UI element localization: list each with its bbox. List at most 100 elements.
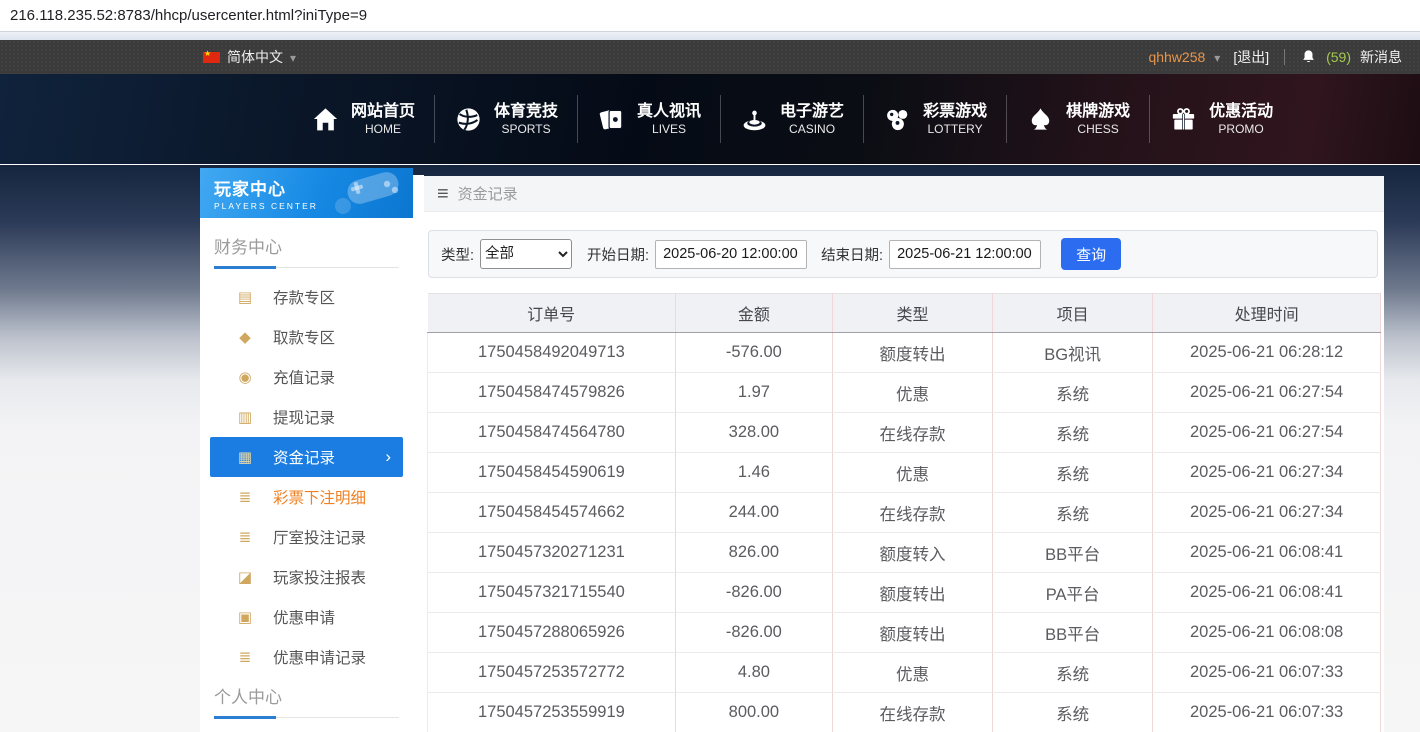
cell-order-id: 1750457321715540 — [428, 573, 676, 613]
table-header-cell: 金额 — [675, 294, 832, 333]
cell-amount: 1.97 — [675, 373, 832, 413]
cell-datetime: 2025-06-21 06:08:41 — [1153, 533, 1381, 573]
sidebar-item[interactable]: ▤ 存款专区 — [200, 277, 413, 317]
sidebar-heading-personal: 个人中心 — [214, 683, 399, 718]
cell-order-id: 1750458474564780 — [428, 413, 676, 453]
cell-datetime: 2025-06-21 06:08:08 — [1153, 613, 1381, 653]
table-row: 1750457288065926 -826.00 额度转出 BB平台 2025-… — [428, 613, 1381, 653]
nav-label-en: LIVES — [652, 122, 686, 137]
cell-amount: 244.00 — [675, 493, 832, 533]
nav-item-lives[interactable]: 真人视讯LIVES — [577, 95, 720, 143]
cell-datetime: 2025-06-21 06:07:33 — [1153, 693, 1381, 732]
table-row: 1750458492049713 -576.00 额度转出 BG视讯 2025-… — [428, 333, 1381, 373]
sidebar-item[interactable]: ◆ 取款专区 — [200, 317, 413, 357]
message-count[interactable]: (59) — [1326, 49, 1351, 65]
browser-divider — [0, 32, 1420, 40]
nav-item-casino[interactable]: 电子游艺CASINO — [720, 95, 863, 143]
new-messages-link[interactable]: 新消息 — [1360, 47, 1402, 67]
cell-datetime: 2025-06-21 06:27:34 — [1153, 453, 1381, 493]
sidebar-item[interactable]: ▥ 提现记录 — [200, 397, 413, 437]
language-selector[interactable]: 简体中文 — [203, 47, 296, 67]
start-date-label: 开始日期: — [587, 244, 649, 265]
cell-project: BG视讯 — [993, 333, 1153, 373]
cell-type: 在线存款 — [833, 693, 993, 732]
sidebar-item-label: 取款专区 — [273, 326, 335, 348]
nav-item-lottery[interactable]: 彩票游戏LOTTERY — [863, 95, 1006, 143]
cell-type: 额度转出 — [833, 613, 993, 653]
cell-amount: 826.00 — [675, 533, 832, 573]
chevron-down-icon — [290, 49, 296, 65]
cell-amount: -576.00 — [675, 333, 832, 373]
cell-datetime: 2025-06-21 06:27:54 — [1153, 373, 1381, 413]
sports-ball-icon — [454, 105, 483, 134]
cell-type: 额度转出 — [833, 573, 993, 613]
cell-amount: 800.00 — [675, 693, 832, 732]
table-header-cell: 处理时间 — [1153, 294, 1381, 333]
type-label: 类型: — [441, 244, 474, 265]
end-date-input[interactable] — [889, 240, 1041, 269]
cell-type: 额度转出 — [833, 333, 993, 373]
sidebar-item[interactable]: ≣ 优惠申请记录 — [200, 637, 413, 677]
roulette-icon — [740, 105, 769, 134]
cell-project: PA平台 — [993, 573, 1153, 613]
sidebar-item-partial[interactable]: ▪ — [200, 728, 413, 732]
sidebar-item[interactable]: ◪ 玩家投注报表 — [200, 557, 413, 597]
panel-gap — [413, 175, 424, 732]
nav-item-sports[interactable]: 体育竞技SPORTS — [434, 95, 577, 143]
main-panel: 资金记录 类型: 全部 开始日期: 结束日期: 查询 — [424, 176, 1384, 732]
start-date-input[interactable] — [655, 240, 807, 269]
url-text[interactable]: 216.118.235.52:8783/hhcp/usercenter.html… — [10, 7, 367, 24]
cell-project: 系统 — [993, 413, 1153, 453]
filter-bar: 类型: 全部 开始日期: 结束日期: 查询 — [428, 230, 1378, 278]
cell-order-id: 1750458474579826 — [428, 373, 676, 413]
nav-item-home[interactable]: 网站首页HOME — [292, 95, 434, 143]
coin-icon: ▪ — [236, 728, 254, 732]
sidebar-item-label: 玩家投注报表 — [273, 566, 366, 588]
player-bet-report-icon: ◪ — [236, 568, 254, 586]
china-flag-icon — [203, 52, 220, 63]
nav-label-en: CASINO — [789, 122, 835, 137]
cell-project: 系统 — [993, 653, 1153, 693]
cell-type: 在线存款 — [833, 413, 993, 453]
browser-address-bar[interactable]: 216.118.235.52:8783/hhcp/usercenter.html… — [0, 0, 1420, 32]
cell-amount: 4.80 — [675, 653, 832, 693]
gamepad-icon — [325, 170, 411, 218]
playing-cards-icon — [597, 105, 626, 134]
withdraw-record-icon: ▥ — [236, 408, 254, 426]
table-header-cell: 项目 — [993, 294, 1153, 333]
table-row: 1750458474579826 1.97 优惠 系统 2025-06-21 0… — [428, 373, 1381, 413]
main-nav: 网站首页HOME 体育竞技SPORTS 真人视讯LIVES 电子游艺CASINO… — [0, 74, 1420, 164]
cell-type: 额度转入 — [833, 533, 993, 573]
sidebar-item[interactable]: ≣ 彩票下注明细 — [200, 477, 413, 517]
cell-order-id: 1750458454590619 — [428, 453, 676, 493]
divider — [1284, 49, 1285, 65]
cell-project: 系统 — [993, 453, 1153, 493]
sidebar-item[interactable]: ▣ 优惠申请 — [200, 597, 413, 637]
search-button[interactable]: 查询 — [1061, 238, 1121, 270]
nav-item-chess[interactable]: 棋牌游戏CHESS — [1006, 95, 1149, 143]
sidebar-item[interactable]: ▦ 资金记录 — [210, 437, 403, 477]
nav-label-en: SPORTS — [501, 122, 550, 137]
sidebar: 玩家中心 PLAYERS CENTER 财务中心 ▤ 存款专区 ◆ 取款专区 — [200, 168, 413, 732]
hall-bet-record-icon: ≣ — [236, 528, 254, 546]
body-background: 玩家中心 PLAYERS CENTER 财务中心 ▤ 存款专区 ◆ 取款专区 — [0, 165, 1420, 732]
bell-icon[interactable] — [1300, 48, 1317, 66]
nav-label-zh: 彩票游戏 — [923, 102, 987, 122]
sidebar-item[interactable]: ≣ 厅室投注记录 — [200, 517, 413, 557]
nav-label-zh: 体育竞技 — [494, 102, 558, 122]
logout-button[interactable]: [退出] — [1233, 47, 1269, 67]
sidebar-item-label: 优惠申请 — [273, 606, 335, 628]
username-menu[interactable]: qhhw258 — [1148, 49, 1205, 65]
cell-datetime: 2025-06-21 06:27:34 — [1153, 493, 1381, 533]
type-select[interactable]: 全部 — [480, 239, 572, 269]
cell-type: 优惠 — [833, 653, 993, 693]
cell-order-id: 1750457320271231 — [428, 533, 676, 573]
cell-datetime: 2025-06-21 06:27:54 — [1153, 413, 1381, 453]
cell-datetime: 2025-06-21 06:07:33 — [1153, 653, 1381, 693]
nav-item-promo[interactable]: 优惠活动PROMO — [1149, 95, 1292, 143]
sidebar-item[interactable]: ◉ 充值记录 — [200, 357, 413, 397]
home-icon — [311, 105, 340, 134]
cell-order-id: 1750457253559919 — [428, 693, 676, 732]
cell-amount: -826.00 — [675, 613, 832, 653]
promo-apply-icon: ▣ — [236, 608, 254, 626]
